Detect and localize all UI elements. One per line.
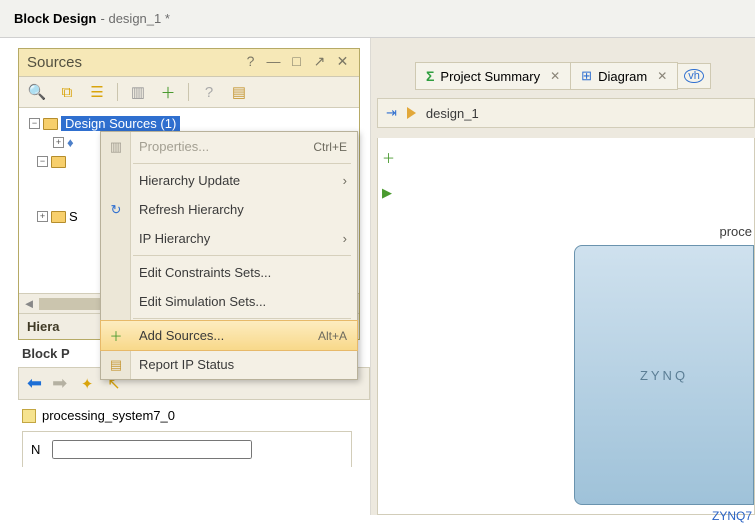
sigma-icon: Σ [426, 68, 434, 84]
expand-toggle-icon[interactable]: + [37, 211, 48, 222]
toolbar-separator [117, 83, 118, 101]
tree-label-trunc [69, 154, 73, 169]
expand-toggle-icon[interactable]: + [53, 137, 64, 148]
pin-icon[interactable]: ⇥ [386, 105, 397, 121]
toolbar-separator [188, 83, 189, 101]
tree-label-trunc: S [69, 209, 78, 224]
menu-edit-constraints[interactable]: Edit Constraints Sets... [101, 258, 357, 287]
menu-separator [133, 318, 351, 319]
add-sources-icon: ＋ [107, 326, 125, 345]
tab-label: Project Summary [440, 69, 540, 84]
zynq-text: ZYNQ [640, 368, 688, 383]
menu-label: Add Sources... [139, 328, 224, 343]
menu-separator [133, 163, 351, 164]
title-strong: Block Design [14, 11, 96, 26]
collapse-icon[interactable]: ⧉ [57, 82, 77, 102]
title-file: - design_1 * [101, 11, 170, 26]
menu-hierarchy-update[interactable]: Hierarchy Update › [101, 166, 357, 195]
tab-label: Diagram [598, 69, 647, 84]
name-input[interactable] [52, 440, 252, 459]
collapse-toggle-icon[interactable]: − [29, 118, 40, 129]
refresh-icon: ↻ [107, 202, 125, 218]
zynq-chip[interactable]: ZYNQ [574, 245, 754, 505]
menu-label: Properties... [139, 139, 209, 154]
menu-report-ip-status[interactable]: ▤ Report IP Status [101, 350, 357, 379]
collapse-toggle-icon[interactable]: − [37, 156, 48, 167]
menu-shortcut: Ctrl+E [313, 140, 347, 154]
close-icon[interactable]: ✕ [334, 54, 351, 71]
folder-icon [43, 118, 58, 130]
diagram-toolbar: ⇥ design_1 [377, 98, 755, 128]
diagram-canvas[interactable]: ＋ ▶ proce ZYNQ ZYNQ7 [377, 138, 755, 515]
folder-icon[interactable]: ▥ [128, 82, 148, 102]
tab-diagram[interactable]: ⊞ Diagram ✕ [570, 62, 678, 90]
menu-label: Hierarchy Update [139, 173, 240, 188]
window-titlebar: Block Design - design_1 * [0, 0, 755, 38]
restore-icon[interactable]: □ [288, 54, 305, 71]
folder-icon [51, 156, 66, 168]
folder-icon [51, 211, 66, 223]
tree-glyph: ♦ [67, 135, 74, 150]
help-icon[interactable]: ? [242, 54, 259, 71]
sources-toolbar: 🔍 ⧉ ☰ ▥ ＋ ? ▤ [19, 77, 359, 108]
editor-tabs: Σ Project Summary ✕ ⊞ Diagram ✕ vh [415, 62, 755, 90]
tree-label-selected: Design Sources (1) [61, 116, 180, 131]
zynq-title: proce [574, 224, 754, 239]
canvas-side-toolbar: ＋ ▶ [382, 148, 395, 201]
vh-icon: vh [684, 69, 704, 83]
expand-icon[interactable]: ☰ [87, 82, 107, 102]
processing-system-row[interactable]: processing_system7_0 [22, 408, 370, 423]
run-icon[interactable]: ▶ [382, 185, 395, 201]
sources-panel-header[interactable]: Sources ? — □ ↗ ✕ [19, 49, 359, 77]
scroll-left-icon[interactable]: ◄ [19, 296, 39, 311]
add-ip-icon[interactable]: ＋ [382, 148, 395, 167]
submenu-arrow-icon: › [343, 173, 347, 188]
popout-icon[interactable]: ↗ [311, 54, 328, 71]
menu-edit-simulation[interactable]: Edit Simulation Sets... [101, 287, 357, 316]
forward-icon[interactable]: ➡ [52, 373, 67, 394]
add-icon[interactable]: ＋ [158, 82, 178, 102]
tab-close-icon[interactable]: ✕ [657, 69, 667, 83]
context-menu[interactable]: ▥ Properties... Ctrl+E Hierarchy Update … [100, 131, 358, 380]
menu-ip-hierarchy[interactable]: IP Hierarchy › [101, 224, 357, 253]
diagram-icon: ⊞ [581, 68, 592, 84]
tab-project-summary[interactable]: Σ Project Summary ✕ [415, 62, 571, 90]
menu-label: IP Hierarchy [139, 231, 210, 246]
tab-extra[interactable]: vh [677, 63, 711, 89]
processing-system-label: processing_system7_0 [42, 408, 175, 423]
tab-close-icon[interactable]: ✕ [550, 69, 560, 83]
menu-label: Refresh Hierarchy [139, 202, 244, 217]
menu-add-sources[interactable]: ＋ Add Sources... Alt+A [100, 320, 358, 351]
menu-separator [133, 255, 351, 256]
menu-shortcut: Alt+A [318, 329, 347, 343]
right-pane: Σ Project Summary ✕ ⊞ Diagram ✕ vh ⇥ des… [370, 38, 755, 515]
sheet-icon[interactable]: ▤ [229, 82, 249, 102]
report-icon: ▤ [107, 357, 125, 373]
menu-label: Edit Simulation Sets... [139, 294, 266, 309]
back-icon[interactable]: ⬅ [27, 373, 42, 394]
submenu-arrow-icon: › [343, 231, 347, 246]
zynq-block[interactable]: proce ZYNQ ZYNQ7 [574, 224, 754, 523]
minimize-icon[interactable]: — [265, 54, 282, 71]
menu-properties[interactable]: ▥ Properties... Ctrl+E [101, 132, 357, 161]
name-field-row: N [22, 431, 352, 467]
menu-refresh-hierarchy[interactable]: ↻ Refresh Hierarchy [101, 195, 357, 224]
search-icon[interactable]: 🔍 [27, 82, 47, 102]
chip-icon [22, 409, 36, 423]
sources-title: Sources [27, 54, 236, 71]
zynq-subtitle: ZYNQ7 [574, 505, 754, 523]
page-icon: ▥ [107, 139, 125, 155]
tab-hierarchy[interactable]: Hiera [27, 319, 60, 334]
menu-label: Edit Constraints Sets... [139, 265, 271, 280]
design-crumb[interactable]: design_1 [426, 106, 479, 121]
name-label: N [31, 442, 40, 457]
design-crumb-icon [407, 107, 416, 119]
menu-label: Report IP Status [139, 357, 234, 372]
info-icon[interactable]: ? [199, 82, 219, 102]
gear-icon[interactable]: ✦ [77, 374, 97, 394]
